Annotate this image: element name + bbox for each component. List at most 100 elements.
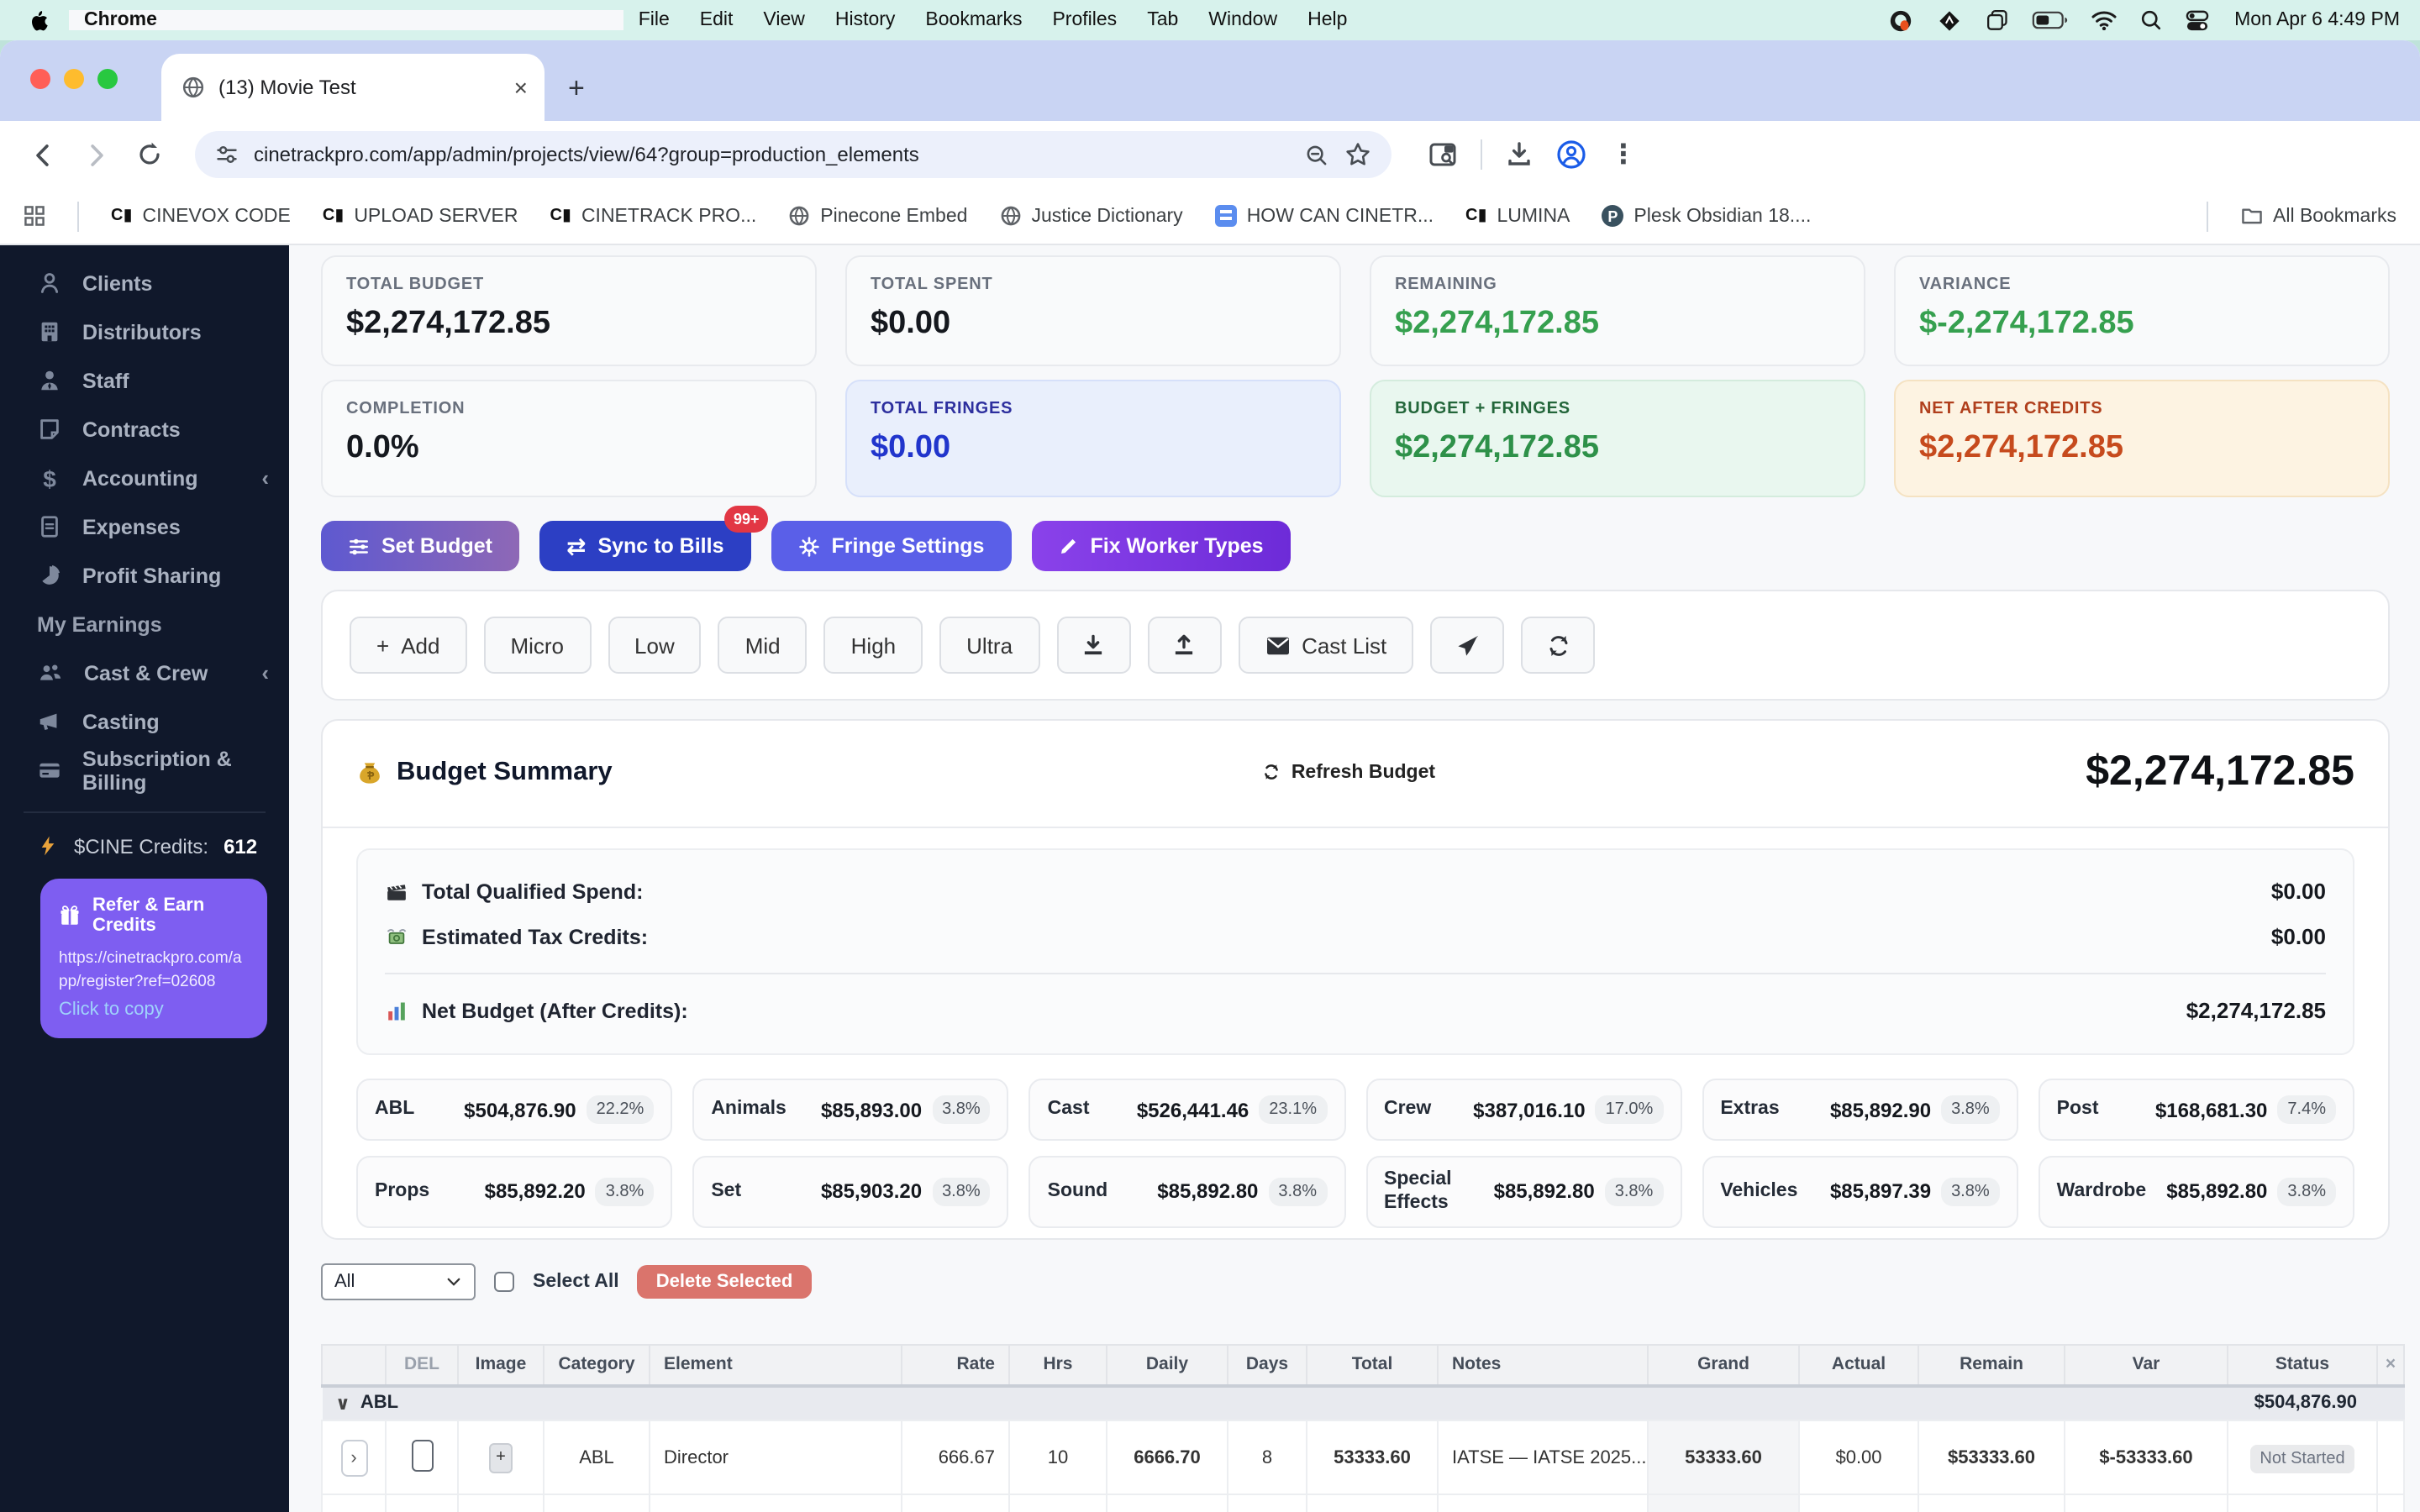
menu-chrome[interactable]: Chrome [69,10,623,30]
bookmark-pinecone-embed[interactable]: Pinecone Embed [788,205,967,227]
category-vehicles[interactable]: Vehicles$85,897.393.8% [1702,1156,2018,1228]
delete-selected-button[interactable]: Delete Selected [638,1265,812,1299]
preset-ultra-button[interactable]: Ultra [939,617,1039,674]
browser-tab[interactable]: (13) Movie Test × [161,54,544,121]
cell-element[interactable]: Director [650,1420,902,1494]
category-set[interactable]: Set$85,903.203.8% [692,1156,1008,1228]
group-filter-select[interactable]: All [321,1263,476,1300]
refer-url[interactable]: https://cinetrackpro.com/app/register?re… [59,948,249,994]
sidebar-item-staff[interactable]: Staff [0,356,289,405]
bookmark-cinevox-code[interactable]: C▮CINEVOX CODE [111,206,291,226]
zoom-out-icon[interactable] [1304,142,1329,167]
new-tab-button[interactable]: + [568,72,585,106]
send-button[interactable] [1430,617,1504,674]
preset-low-button[interactable]: Low [608,617,702,674]
menu-file[interactable]: File [623,10,685,30]
side-panel-search-icon[interactable] [1428,141,1457,168]
control-center-icon[interactable] [2184,9,2209,31]
bookmark-upload-server[interactable]: C▮UPLOAD SERVER [323,206,518,226]
apple-icon[interactable] [30,8,52,33]
diamond-app-icon[interactable] [1935,8,1962,33]
group-caret-icon[interactable]: ∨ [335,1393,350,1415]
category-extras[interactable]: Extras$85,892.903.8% [1702,1079,2018,1141]
tab-close-icon[interactable]: × [514,76,528,99]
group-row-abl[interactable]: ∨ ABL $504,876.90 [322,1385,2404,1420]
minimize-window-button[interactable] [64,69,84,89]
sidebar-item-distributors[interactable]: Distributors [0,307,289,356]
reload-button[interactable] [128,133,171,176]
browser-menu-kebab-icon[interactable]: ⋮ [1610,138,1637,171]
row-checkbox[interactable] [411,1439,433,1471]
menubar-clock[interactable]: Mon Apr 6 4:49 PM [2234,10,2400,30]
sidebar-item-contracts[interactable]: Contracts [0,405,289,454]
camera-app-icon[interactable] [1886,8,1913,33]
category-crew[interactable]: Crew$387,016.1017.0% [1365,1079,1681,1141]
fix-worker-types-button[interactable]: Fix Worker Types [1031,521,1290,571]
menu-profiles[interactable]: Profiles [1037,10,1132,30]
back-button[interactable] [20,133,64,176]
category-sound[interactable]: Sound$85,892.803.8% [1029,1156,1345,1228]
bookmark-lumina[interactable]: C▮LUMINA [1465,206,1570,226]
row-expander-button[interactable]: › [340,1439,367,1476]
forward-button[interactable] [74,133,118,176]
menu-help[interactable]: Help [1292,10,1362,30]
category-cast[interactable]: Cast$526,441.4623.1% [1029,1079,1345,1141]
sidebar-item-profit-sharing[interactable]: Profit Sharing [0,551,289,600]
category-props[interactable]: Props$85,892.203.8% [356,1156,672,1228]
cell-days[interactable]: 8 [1228,1420,1307,1494]
refer-copy-action[interactable]: Click to copy [59,999,249,1019]
fringe-settings-button[interactable]: Fringe Settings [771,521,1012,571]
address-bar[interactable]: cinetrackpro.com/app/admin/projects/view… [195,131,1392,178]
stacked-windows-icon[interactable] [1984,8,2009,32]
sidebar-item-casting[interactable]: Casting [0,697,289,746]
select-all-checkbox[interactable] [494,1272,514,1292]
downloads-icon[interactable] [1506,141,1533,168]
zoom-window-button[interactable] [97,69,118,89]
cell-rate[interactable]: 666.67 [902,1420,1009,1494]
menu-edit[interactable]: Edit [685,10,749,30]
category-animals[interactable]: Animals$85,893.003.8% [692,1079,1008,1141]
site-settings-icon[interactable] [215,143,239,166]
import-download-button[interactable] [1056,617,1130,674]
category-wardrobe[interactable]: Wardrobe$85,892.803.8% [2039,1156,2354,1228]
refer-earn-card[interactable]: Refer & Earn Credits https://cinetrackpr… [40,879,267,1037]
menu-bookmarks[interactable]: Bookmarks [910,10,1037,30]
window-controls[interactable] [30,69,118,89]
apps-grid-icon[interactable] [24,205,45,227]
sidebar-item-cast-crew[interactable]: Cast & Crew ‹ [0,648,289,697]
menu-window[interactable]: Window [1193,10,1292,30]
export-upload-button[interactable] [1147,617,1221,674]
sidebar-item-clients[interactable]: Clients [0,259,289,307]
bookmark-how-can-cinetrack[interactable]: HOW CAN CINETR... [1215,205,1434,227]
chevron-left-icon[interactable]: ‹ [261,660,269,685]
table-row-partial[interactable]: › + [322,1494,2404,1512]
table-row-director[interactable]: › + ABL Director 666.67 10 6666.70 8 533… [322,1420,2404,1494]
preset-micro-button[interactable]: Micro [483,617,591,674]
row-add-image-button[interactable]: + [489,1442,513,1473]
menu-tab[interactable]: Tab [1132,10,1193,30]
profile-avatar-icon[interactable] [1556,139,1586,170]
category-abl[interactable]: ABL$504,876.9022.2% [356,1079,672,1141]
sidebar-section-my-earnings[interactable]: My Earnings [0,600,289,648]
refresh-budget-button[interactable]: Refresh Budget [613,762,2086,782]
menu-history[interactable]: History [820,10,911,30]
add-element-button[interactable]: +Add [350,617,466,674]
sidebar-item-subscription-billing[interactable]: Subscription & Billing [0,746,289,795]
sync-to-bills-button[interactable]: ⇄ Sync to Bills 99+ [539,521,751,571]
cell-notes[interactable]: IATSE — IATSE 2025... [1438,1420,1648,1494]
bookmark-cinetrack-pro[interactable]: C▮CINETRACK PRO... [550,206,756,226]
spotlight-search-icon[interactable] [2139,8,2162,32]
category-post[interactable]: Post$168,681.307.4% [2039,1079,2354,1141]
preset-high-button[interactable]: High [824,617,923,674]
bookmark-plesk-obsidian[interactable]: PPlesk Obsidian 18.... [1602,205,1811,227]
wifi-icon[interactable] [2090,10,2117,30]
url-text[interactable]: cinetrackpro.com/app/admin/projects/view… [254,143,1289,166]
close-window-button[interactable] [30,69,50,89]
refresh-button[interactable] [1521,617,1595,674]
cell-hrs[interactable]: 10 [1009,1420,1107,1494]
category-special-effects[interactable]: Special Effects$85,892.803.8% [1365,1156,1681,1228]
set-budget-button[interactable]: Set Budget [321,521,519,571]
bookmark-star-icon[interactable] [1344,141,1371,168]
preset-mid-button[interactable]: Mid [718,617,808,674]
all-bookmarks-button[interactable]: All Bookmarks [2239,205,2396,227]
